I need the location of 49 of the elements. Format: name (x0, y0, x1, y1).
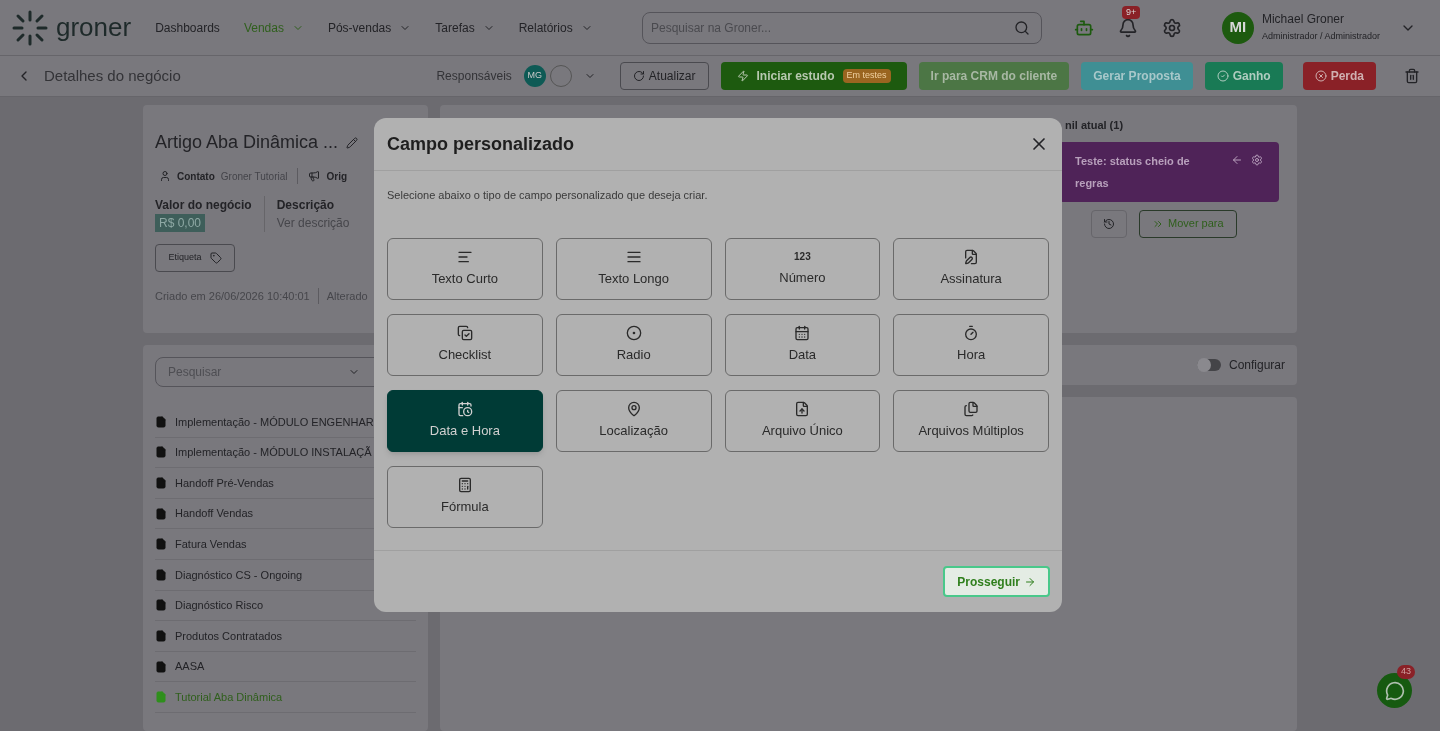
nav-menu-item[interactable]: Pós-vendas (327, 18, 412, 37)
tag-button[interactable]: Etiqueta (155, 244, 235, 272)
proposal-button[interactable]: Gerar Proposta (1081, 62, 1193, 90)
responsaveis-label: Responsáveis (436, 68, 512, 85)
proceed-button[interactable]: Prosseguir (943, 566, 1050, 597)
field-type-option[interactable]: Localização (555, 389, 712, 452)
page-title: Detalhes do negócio (44, 65, 181, 86)
chat-badge: 43 (1397, 665, 1415, 679)
logo-text: groner (56, 11, 132, 44)
field-type-option[interactable]: Texto Longo (555, 237, 712, 300)
origin-label: Orig (326, 169, 348, 184)
field-type-option[interactable]: Assinatura (893, 237, 1049, 300)
modal-title: Campo personalizado (387, 132, 575, 156)
value-label: Valor do negócio (155, 197, 252, 214)
field-type-option[interactable]: Hora (893, 313, 1049, 376)
field-type-option[interactable]: Checklist (387, 313, 543, 376)
user-avatar[interactable]: MI (1221, 11, 1254, 44)
lost-button[interactable]: Perda (1302, 62, 1376, 90)
responsible-avatar[interactable]: MG (523, 65, 546, 87)
field-type-option[interactable]: Data e Hora (387, 389, 543, 452)
status-card[interactable]: Teste: status cheio de regras (1059, 141, 1279, 202)
start-study-button[interactable]: Iniciar estudo Em testes (720, 62, 907, 90)
tab-list-item[interactable]: AASA (155, 651, 416, 683)
field-type-option[interactable]: Texto Curto (387, 237, 543, 300)
tab-list-item[interactable]: Produtos Contratados (155, 621, 416, 652)
notification-badge: 9+ (1121, 5, 1141, 19)
deal-value: R$ 0,00 (155, 214, 206, 232)
crm-button[interactable]: Ir para CRM do cliente (918, 62, 1070, 90)
configure-label: Configurar (1228, 357, 1285, 374)
field-type-option[interactable]: Fórmula (387, 465, 543, 528)
modal-description: Selecione abaixo o tipo de campo personalizado que deseja criar. (387, 188, 709, 203)
nav-menu-item[interactable]: Dashboards (155, 18, 220, 37)
field-type-option[interactable]: 123 Número (724, 237, 881, 300)
status-text: Teste: status cheio de regras (1075, 153, 1191, 191)
deal-title: Artigo Aba Dinâmica ... (155, 131, 339, 154)
description-label: Descrição (276, 197, 336, 214)
contact-label: Contato (177, 169, 215, 184)
field-type-option[interactable]: Arquivos Múltiplos (893, 389, 1049, 452)
nav-menu-item[interactable]: Tarefas (435, 18, 495, 37)
nav-menu-item[interactable]: Relatórios (518, 18, 593, 37)
field-type-option[interactable]: Data (724, 313, 881, 376)
user-role: Administrador / Administrador (1261, 31, 1380, 43)
field-type-option[interactable]: Radio (555, 313, 712, 376)
field-type-option[interactable]: Arquivo Único (724, 389, 881, 452)
user-name: Michael Groner (1261, 12, 1345, 28)
refresh-button[interactable]: Atualizar (619, 62, 709, 90)
funnel-label: nil atual (1) (1065, 118, 1125, 133)
testing-badge: Em testes (842, 69, 891, 83)
won-button[interactable]: Ganho (1204, 62, 1283, 90)
